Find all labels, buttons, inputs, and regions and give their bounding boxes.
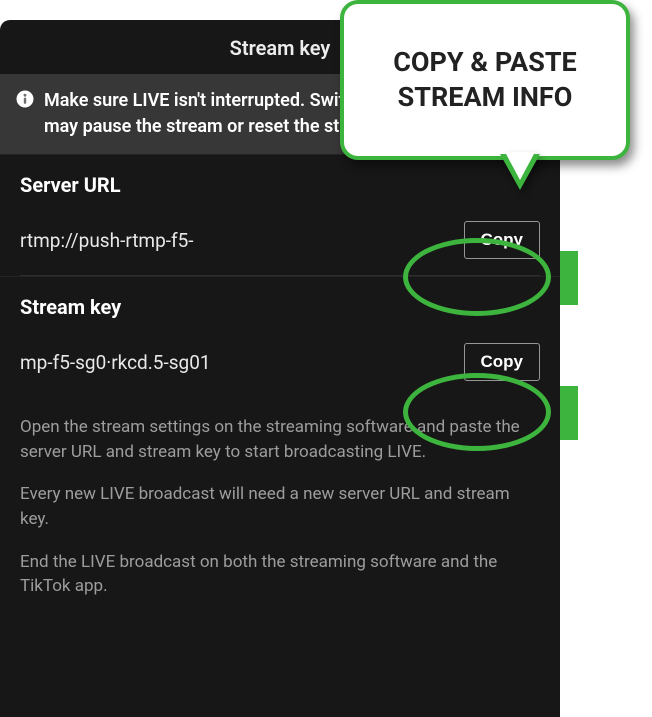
copy-stream-key-button[interactable]: Copy [464,343,541,381]
highlight-bar-1 [560,251,578,305]
callout-text: COPY & PASTE STREAM INFO [344,45,626,115]
instruction-2: Every new LIVE broadcast will need a new… [20,482,540,531]
instruction-1: Open the stream settings on the streamin… [20,415,540,464]
server-url-section: Server URL rtmp://push-rtmp-f5- Copy [0,154,560,275]
stream-key-value: mp-f5-sg0·rkcd.5-sg01 [20,351,211,374]
info-icon [16,88,34,112]
server-url-label: Server URL [20,173,540,197]
annotation-callout: COPY & PASTE STREAM INFO [340,0,630,160]
stream-key-label: Stream key [20,295,540,319]
instructions-block: Open the stream settings on the streamin… [0,415,560,599]
server-url-value: rtmp://push-rtmp-f5- [20,229,194,252]
instruction-3: End the LIVE broadcast on both the strea… [20,550,540,599]
highlight-bar-2 [560,386,578,440]
copy-server-url-button[interactable]: Copy [464,221,541,259]
stream-key-section: Stream key mp-f5-sg0·rkcd.5-sg01 Copy [0,276,560,397]
